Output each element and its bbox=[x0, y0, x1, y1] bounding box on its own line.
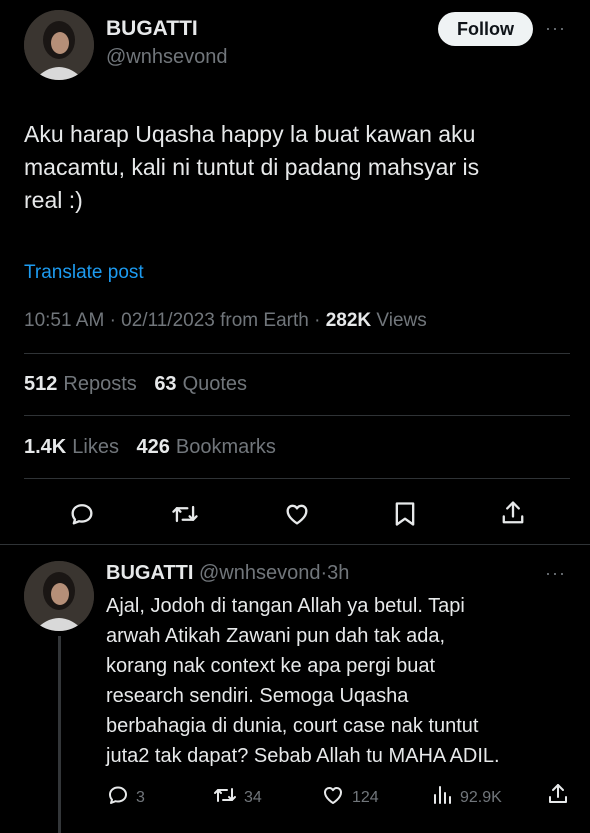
reply-handle[interactable]: @wnhsevond bbox=[199, 562, 320, 584]
reply-reply-button[interactable]: 3 bbox=[106, 783, 145, 812]
reply-share-icon[interactable] bbox=[546, 781, 570, 812]
tweet-meta: 10:51 AM · 02/11/2023 from Earth · 282K … bbox=[24, 310, 427, 332]
share-icon[interactable] bbox=[499, 498, 527, 528]
like-count: 124 bbox=[352, 788, 379, 806]
views-icon bbox=[430, 783, 454, 812]
divider bbox=[24, 415, 570, 416]
stats-reposts-quotes: 512 Reposts 63 Quotes bbox=[24, 373, 253, 396]
reply-text-line: berbahagia di dunia, court case nak tunt… bbox=[106, 715, 479, 737]
reply-header: BUGATTI @wnhsevond·3h bbox=[106, 562, 349, 585]
reposts-count[interactable]: 512 bbox=[24, 373, 57, 395]
avatar-photo bbox=[24, 10, 94, 80]
likes-count[interactable]: 1.4K bbox=[24, 436, 66, 458]
reply-views-button[interactable]: 92.9K bbox=[430, 783, 502, 812]
repost-count: 34 bbox=[244, 788, 262, 806]
divider bbox=[24, 353, 570, 354]
separator: · bbox=[109, 310, 116, 331]
reply-text-line: arwah Atikah Zawani pun dah tak ada, bbox=[106, 625, 446, 647]
reply-repost-button[interactable]: 34 bbox=[212, 783, 262, 812]
bookmarks-label[interactable]: Bookmarks bbox=[176, 436, 276, 458]
avatar-photo bbox=[24, 561, 94, 631]
view-count: 92.9K bbox=[460, 788, 502, 806]
tweet-text-line: macamtu, kali ni tuntut di padang mahsya… bbox=[24, 154, 480, 180]
thread-line bbox=[58, 636, 61, 833]
bookmark-icon[interactable] bbox=[392, 500, 418, 528]
reply-text-line: juta2 tak dapat? Sebab Allah tu MAHA ADI… bbox=[106, 745, 500, 767]
reply-avatar[interactable] bbox=[24, 561, 94, 631]
like-icon[interactable] bbox=[282, 500, 312, 528]
views-label: Views bbox=[376, 310, 427, 331]
quotes-label[interactable]: Quotes bbox=[183, 373, 247, 395]
divider bbox=[24, 478, 570, 479]
likes-label[interactable]: Likes bbox=[72, 436, 119, 458]
like-icon bbox=[320, 783, 346, 812]
more-options-icon[interactable]: ··· bbox=[545, 18, 566, 39]
section-divider bbox=[0, 544, 590, 545]
repost-icon bbox=[212, 783, 238, 812]
stats-likes-bookmarks: 1.4K Likes 426 Bookmarks bbox=[24, 436, 282, 459]
reply-more-options-icon[interactable]: ··· bbox=[545, 563, 566, 584]
avatar[interactable] bbox=[24, 10, 94, 80]
views-count: 282K bbox=[325, 310, 372, 331]
reply-like-button[interactable]: 124 bbox=[320, 783, 379, 812]
reply-text-line: korang nak context ke apa pergi buat bbox=[106, 655, 436, 677]
tweet-date[interactable]: 02/11/2023 from Earth bbox=[121, 310, 309, 331]
quotes-count[interactable]: 63 bbox=[154, 373, 176, 395]
display-name[interactable]: BUGATTI bbox=[106, 17, 198, 41]
reply-display-name[interactable]: BUGATTI bbox=[106, 562, 193, 584]
reply-time[interactable]: 3h bbox=[327, 562, 349, 584]
reply-text: Ajal, Jodoh di tangan Allah ya betul. Ta… bbox=[106, 591, 576, 771]
tweet-text-line: Aku harap Uqasha happy la buat kawan aku bbox=[24, 121, 476, 147]
tweet-time[interactable]: 10:51 AM bbox=[24, 310, 104, 331]
repost-icon[interactable] bbox=[170, 500, 200, 528]
translate-link[interactable]: Translate post bbox=[24, 262, 144, 284]
reposts-label[interactable]: Reposts bbox=[63, 373, 136, 395]
reply-count: 3 bbox=[136, 788, 145, 806]
reply-text-line: Ajal, Jodoh di tangan Allah ya betul. Ta… bbox=[106, 595, 465, 617]
reply-icon bbox=[106, 783, 130, 812]
separator: · bbox=[314, 310, 321, 331]
reply-icon[interactable] bbox=[68, 500, 96, 528]
tweet-text: Aku harap Uqasha happy la buat kawan aku… bbox=[24, 118, 569, 217]
handle[interactable]: @wnhsevond bbox=[106, 46, 227, 69]
bookmarks-count[interactable]: 426 bbox=[137, 436, 170, 458]
tweet-text-line: real :) bbox=[24, 187, 83, 213]
follow-button[interactable]: Follow bbox=[438, 12, 533, 46]
reply-text-line: research sendiri. Semoga Uqasha bbox=[106, 685, 409, 707]
